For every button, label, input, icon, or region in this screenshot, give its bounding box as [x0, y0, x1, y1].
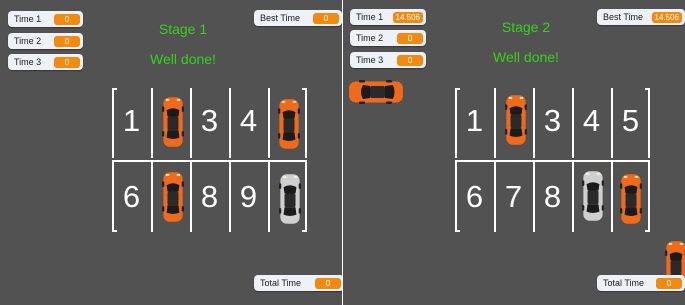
parked-car [278, 95, 300, 153]
parked-car [620, 170, 642, 228]
parking-grid: 1 3 4 5 6 7 8 1 [455, 88, 650, 232]
lane-line [572, 162, 574, 232]
parked-car [162, 93, 184, 151]
parked-car [162, 168, 184, 226]
spot-number: 3 [543, 103, 562, 138]
best-time-value: 0 [313, 12, 339, 24]
lane-tick [112, 88, 117, 90]
lane-tick [302, 88, 307, 90]
time-2-display: Time 2 0 [8, 33, 83, 49]
stage-message: Well done! [493, 49, 559, 65]
lane-tick [455, 88, 460, 90]
spot-number: 8 [200, 179, 219, 214]
lane-tick [645, 88, 650, 90]
player-car[interactable] [348, 80, 404, 104]
total-time-label: Total Time [260, 278, 302, 288]
best-time-label: Best Time [603, 12, 644, 22]
stage-title: Stage 1 [158, 21, 208, 37]
stage-message: Well done! [150, 51, 216, 67]
spot-number: 6 [465, 179, 484, 214]
time-1-label: Time 1 [356, 12, 384, 22]
spot-number: 5 [621, 103, 640, 138]
time-1-display: Time 1 0 [8, 11, 83, 27]
time-3-value: 0 [397, 54, 423, 66]
time-3-display: Time 3 0 [350, 52, 426, 68]
lane-tick [645, 230, 650, 232]
time-3-label: Time 3 [356, 55, 384, 65]
total-time-label: Total Time [603, 278, 645, 288]
spot-number: 7 [504, 179, 523, 214]
best-time-value: 14.506 [651, 11, 682, 23]
lane-line [268, 88, 270, 158]
time-3-display: Time 3 0 [8, 54, 83, 70]
time-1-display: Time 1 14.506 [350, 9, 426, 25]
lane-line [151, 162, 153, 232]
time-1-label: Time 1 [14, 14, 42, 24]
spot-number: 1 [465, 103, 484, 138]
stage1-panel: Time 1 0 Time 2 0 Time 3 0 Stage 1 Well … [0, 0, 342, 305]
total-time-value: 0 [315, 277, 341, 289]
time-2-display: Time 2 0 [350, 30, 426, 46]
parking-divider [455, 160, 650, 162]
lane-line [305, 88, 307, 158]
time-3-value: 0 [54, 56, 80, 68]
time-3-label: Time 3 [14, 57, 42, 67]
time-2-label: Time 2 [14, 36, 42, 46]
lane-tick [455, 230, 460, 232]
time-1-value: 14.506 [392, 11, 423, 23]
best-time-display: Best Time 14.506 [597, 9, 685, 25]
time-2-value: 0 [54, 35, 80, 47]
lane-tick [302, 230, 307, 232]
lane-line [151, 88, 153, 158]
parking-grid: 1 3 4 6 8 9 1 [112, 88, 307, 232]
lane-line [494, 88, 496, 158]
spot-number: 8 [543, 179, 562, 214]
parked-car-white [279, 170, 301, 228]
time-1-value: 0 [54, 13, 80, 25]
total-time-display: Total Time 0 [597, 275, 685, 291]
parking-divider [112, 160, 307, 162]
stage-title: Stage 2 [501, 19, 551, 35]
spot-number: 4 [239, 103, 258, 138]
stage2-panel: Time 1 14.506 Time 2 0 Time 3 0 Stage 2 … [343, 0, 685, 305]
spot-number: 9 [239, 179, 258, 214]
spot-number: 1 [122, 103, 141, 138]
lane-tick [112, 230, 117, 232]
total-time-value: 0 [656, 277, 682, 289]
total-time-display: Total Time 0 [254, 275, 342, 291]
spot-number: 4 [582, 103, 601, 138]
best-time-display: Best Time 0 [254, 10, 342, 26]
parked-car [505, 91, 527, 149]
spot-number: 6 [122, 179, 141, 214]
best-time-label: Best Time [260, 13, 301, 23]
parked-car-white [582, 167, 604, 225]
time-2-label: Time 2 [356, 33, 384, 43]
time-2-value: 0 [397, 32, 423, 44]
spot-number: 3 [200, 103, 219, 138]
